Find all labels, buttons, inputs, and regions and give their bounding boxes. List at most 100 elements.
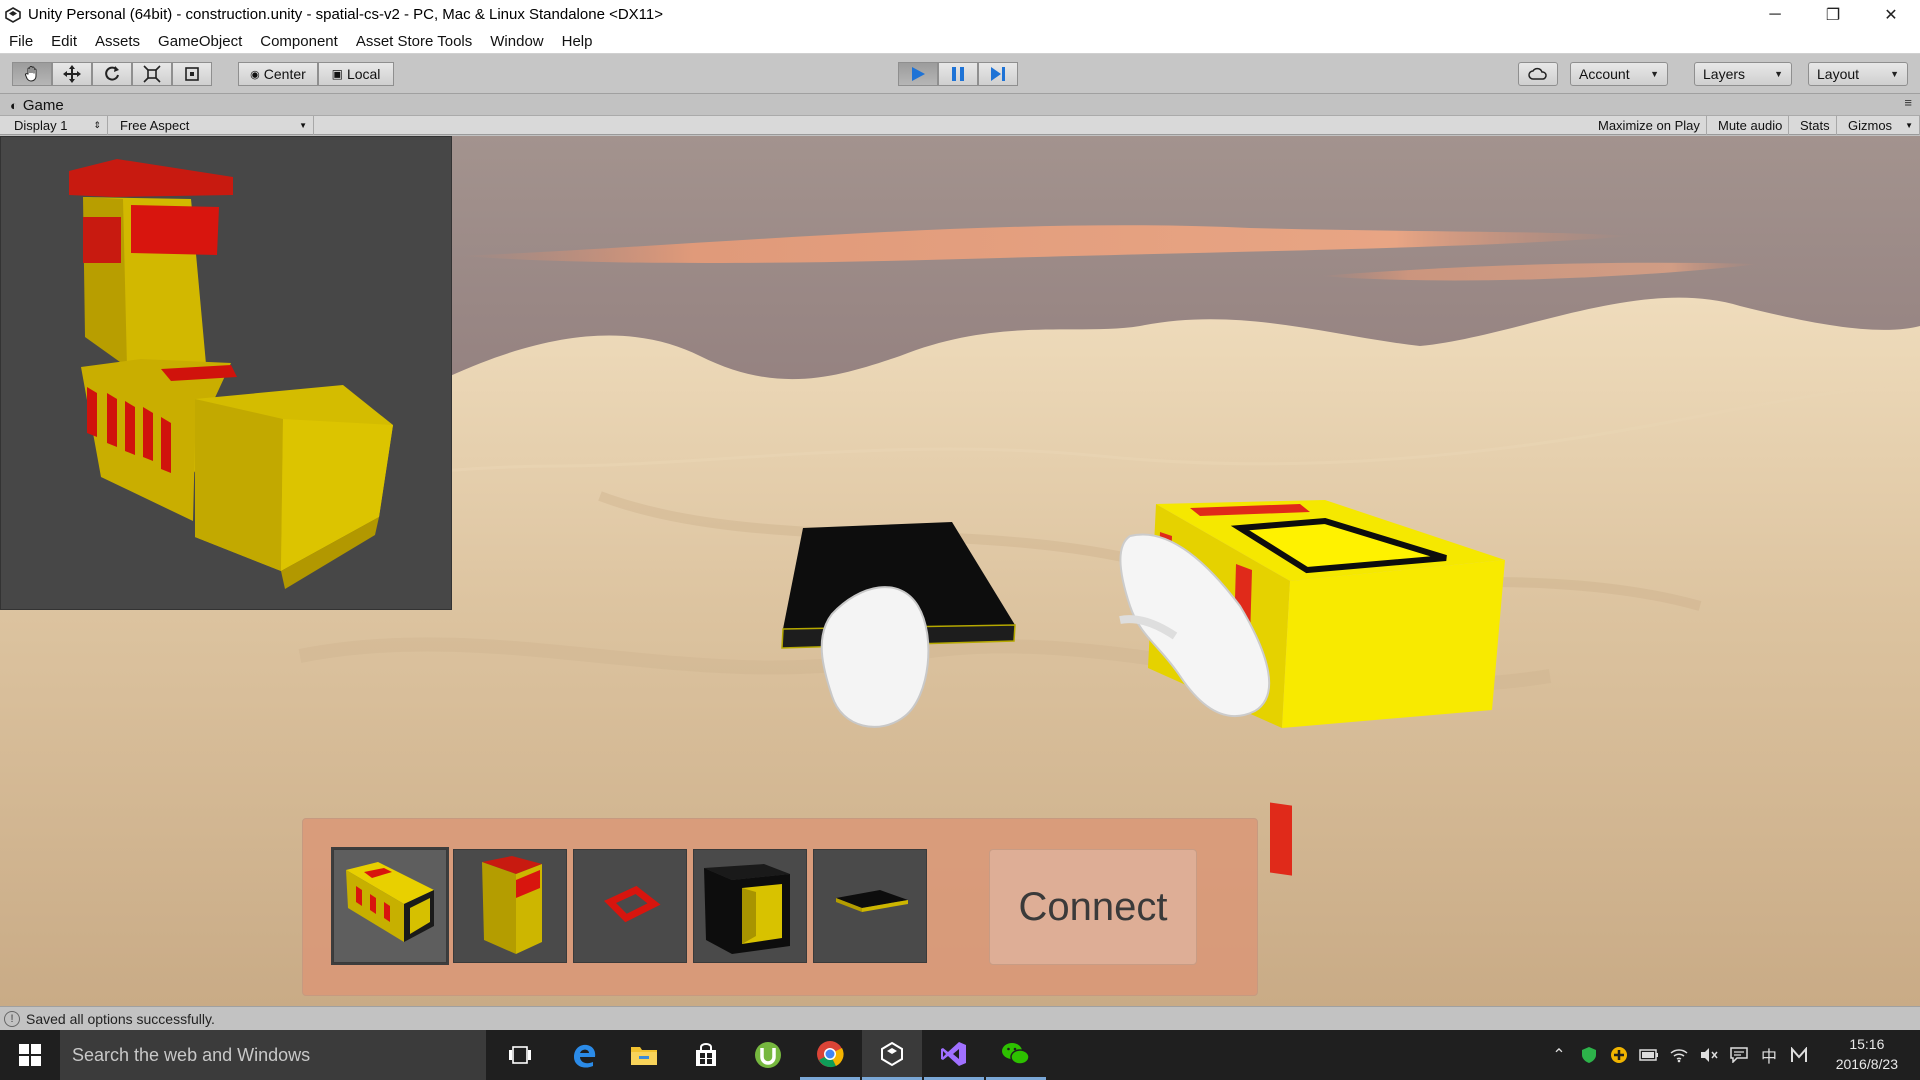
preview-model	[69, 159, 393, 589]
menu-gameobject[interactable]: GameObject	[149, 33, 251, 50]
stats-toggle[interactable]: Stats	[1794, 116, 1837, 135]
pivot-label: Center	[263, 66, 306, 82]
account-dropdown[interactable]: Account ▼	[1570, 62, 1668, 86]
taskbar-utorrent[interactable]	[738, 1030, 798, 1080]
taskbar-unity[interactable]	[862, 1030, 922, 1080]
palette-slot-hollow-block[interactable]	[693, 849, 807, 963]
status-bar: ! Saved all options successfully.	[0, 1006, 1920, 1030]
palette-slot-red-frame[interactable]	[573, 849, 687, 963]
tray-battery-icon[interactable]	[1636, 1030, 1662, 1080]
main-toolbar: ◉ Center ▣ Local Account ▼ Layers ▼ Layo…	[0, 54, 1920, 94]
taskbar-edge[interactable]	[554, 1030, 614, 1080]
tray-shield-icon[interactable]	[1576, 1030, 1602, 1080]
palette-slot-flat-plate[interactable]	[813, 849, 927, 963]
aspect-label: Free Aspect	[120, 118, 190, 133]
layers-label: Layers	[1703, 66, 1746, 82]
maximize-on-play-toggle[interactable]: Maximize on Play	[1592, 116, 1707, 135]
menu-assets[interactable]: Assets	[86, 33, 149, 50]
move-tool-button[interactable]	[52, 62, 92, 86]
layout-dropdown[interactable]: Layout ▼	[1808, 62, 1908, 86]
mute-audio-toggle[interactable]: Mute audio	[1712, 116, 1790, 135]
tray-volume-muted-icon[interactable]	[1696, 1030, 1722, 1080]
tray-plus-icon[interactable]	[1606, 1030, 1632, 1080]
collab-cloud-button[interactable]	[1518, 62, 1558, 86]
space-label: Local	[346, 66, 381, 82]
play-button[interactable]	[898, 62, 938, 86]
caret-down-icon: ▼	[1890, 69, 1899, 79]
unity-logo-icon	[4, 6, 22, 24]
caret-down-icon: ▼	[1650, 69, 1659, 79]
tray-notifications-icon[interactable]	[1726, 1030, 1752, 1080]
caret-down-icon: ▼	[1774, 69, 1783, 79]
caret-down-icon: ▼	[1905, 121, 1913, 130]
scale-icon	[143, 65, 161, 83]
taskbar-chrome[interactable]	[800, 1030, 860, 1080]
gizmos-label: Gizmos	[1848, 118, 1893, 133]
object-preview-panel	[0, 136, 452, 610]
maximize-button[interactable]: ❐	[1804, 0, 1862, 29]
edge-icon	[574, 1044, 596, 1068]
panel-menu-icon[interactable]: ≡	[1904, 95, 1912, 110]
game-panel-header: ◐ Game ≡	[0, 95, 1920, 115]
taskbar-visual-studio[interactable]	[924, 1030, 984, 1080]
utorrent-icon	[755, 1042, 781, 1068]
folder-icon	[631, 1047, 657, 1065]
maximize-on-play-label: Maximize on Play	[1598, 118, 1700, 133]
minimize-button[interactable]: ─	[1746, 0, 1804, 29]
layers-dropdown[interactable]: Layers ▼	[1694, 62, 1792, 86]
tray-wifi-icon[interactable]	[1666, 1030, 1692, 1080]
chrome-icon	[817, 1040, 844, 1067]
taskbar-store[interactable]	[676, 1030, 736, 1080]
scale-tool-button[interactable]	[132, 62, 172, 86]
title-bar: Unity Personal (64bit) - construction.un…	[0, 0, 1920, 29]
step-button[interactable]	[978, 62, 1018, 86]
step-icon	[991, 67, 1005, 81]
rotate-tool-button[interactable]	[92, 62, 132, 86]
tray-chevron-up-icon[interactable]: ⌃	[1546, 1030, 1572, 1080]
menu-asset-store-tools[interactable]: Asset Store Tools	[347, 33, 481, 50]
game-tab-icon: ◐	[10, 97, 18, 113]
palette-slot-tall-block[interactable]	[453, 849, 567, 963]
hand-tool-button[interactable]	[12, 62, 52, 86]
menu-component[interactable]: Component	[251, 33, 347, 50]
pivot-icon: ◉	[250, 68, 260, 81]
unity-icon	[881, 1041, 903, 1066]
menu-edit[interactable]: Edit	[42, 33, 86, 50]
tray-input-method[interactable]: 中	[1756, 1030, 1782, 1080]
display-dropdown[interactable]: Display 1 ⇕	[8, 116, 108, 135]
menu-help[interactable]: Help	[553, 33, 602, 50]
close-button[interactable]: ✕	[1862, 0, 1920, 29]
taskbar-wechat[interactable]	[986, 1030, 1046, 1080]
pause-button[interactable]	[938, 62, 978, 86]
flat-plate-thumbnail	[836, 890, 908, 912]
pivot-center-toggle[interactable]: ◉ Center	[238, 62, 318, 86]
rect-tool-button[interactable]	[172, 62, 212, 86]
taskbar-search-box[interactable]: Search the web and Windows	[60, 1030, 486, 1080]
windows-taskbar: Search the web and Windows ⌃ 中 15:16 201…	[0, 1030, 1920, 1080]
pivot-local-toggle[interactable]: ▣ Local	[318, 62, 394, 86]
left-hand-model	[820, 586, 930, 728]
taskbar-file-explorer[interactable]	[614, 1030, 674, 1080]
menu-window[interactable]: Window	[481, 33, 552, 50]
gizmos-dropdown[interactable]: Gizmos ▼	[1842, 116, 1920, 135]
taskbar-clock[interactable]: 15:16 2016/8/23	[1836, 1034, 1898, 1074]
pause-icon	[952, 67, 964, 81]
tab-game[interactable]: ◐ Game	[0, 97, 64, 114]
clock-date: 2016/8/23	[1835, 1056, 1898, 1072]
stats-label: Stats	[1800, 118, 1830, 133]
menu-file[interactable]: File	[0, 33, 42, 50]
layout-label: Layout	[1817, 66, 1860, 82]
start-button[interactable]	[0, 1030, 60, 1080]
info-icon: !	[4, 1010, 20, 1027]
cloud-icon	[1528, 67, 1547, 80]
tray-m-icon[interactable]	[1786, 1030, 1812, 1080]
connect-button[interactable]: Connect	[989, 849, 1197, 965]
task-view-button[interactable]	[490, 1030, 550, 1080]
palette-slot-bench-block[interactable]	[331, 847, 449, 965]
move-arrows-icon	[63, 65, 81, 83]
clock-time: 15:16	[1849, 1036, 1885, 1052]
status-message: Saved all options successfully.	[26, 1010, 215, 1027]
aspect-dropdown[interactable]: Free Aspect ▼	[114, 116, 314, 135]
block-palette: Connect	[302, 818, 1258, 996]
search-placeholder: Search the web and Windows	[72, 1044, 311, 1065]
